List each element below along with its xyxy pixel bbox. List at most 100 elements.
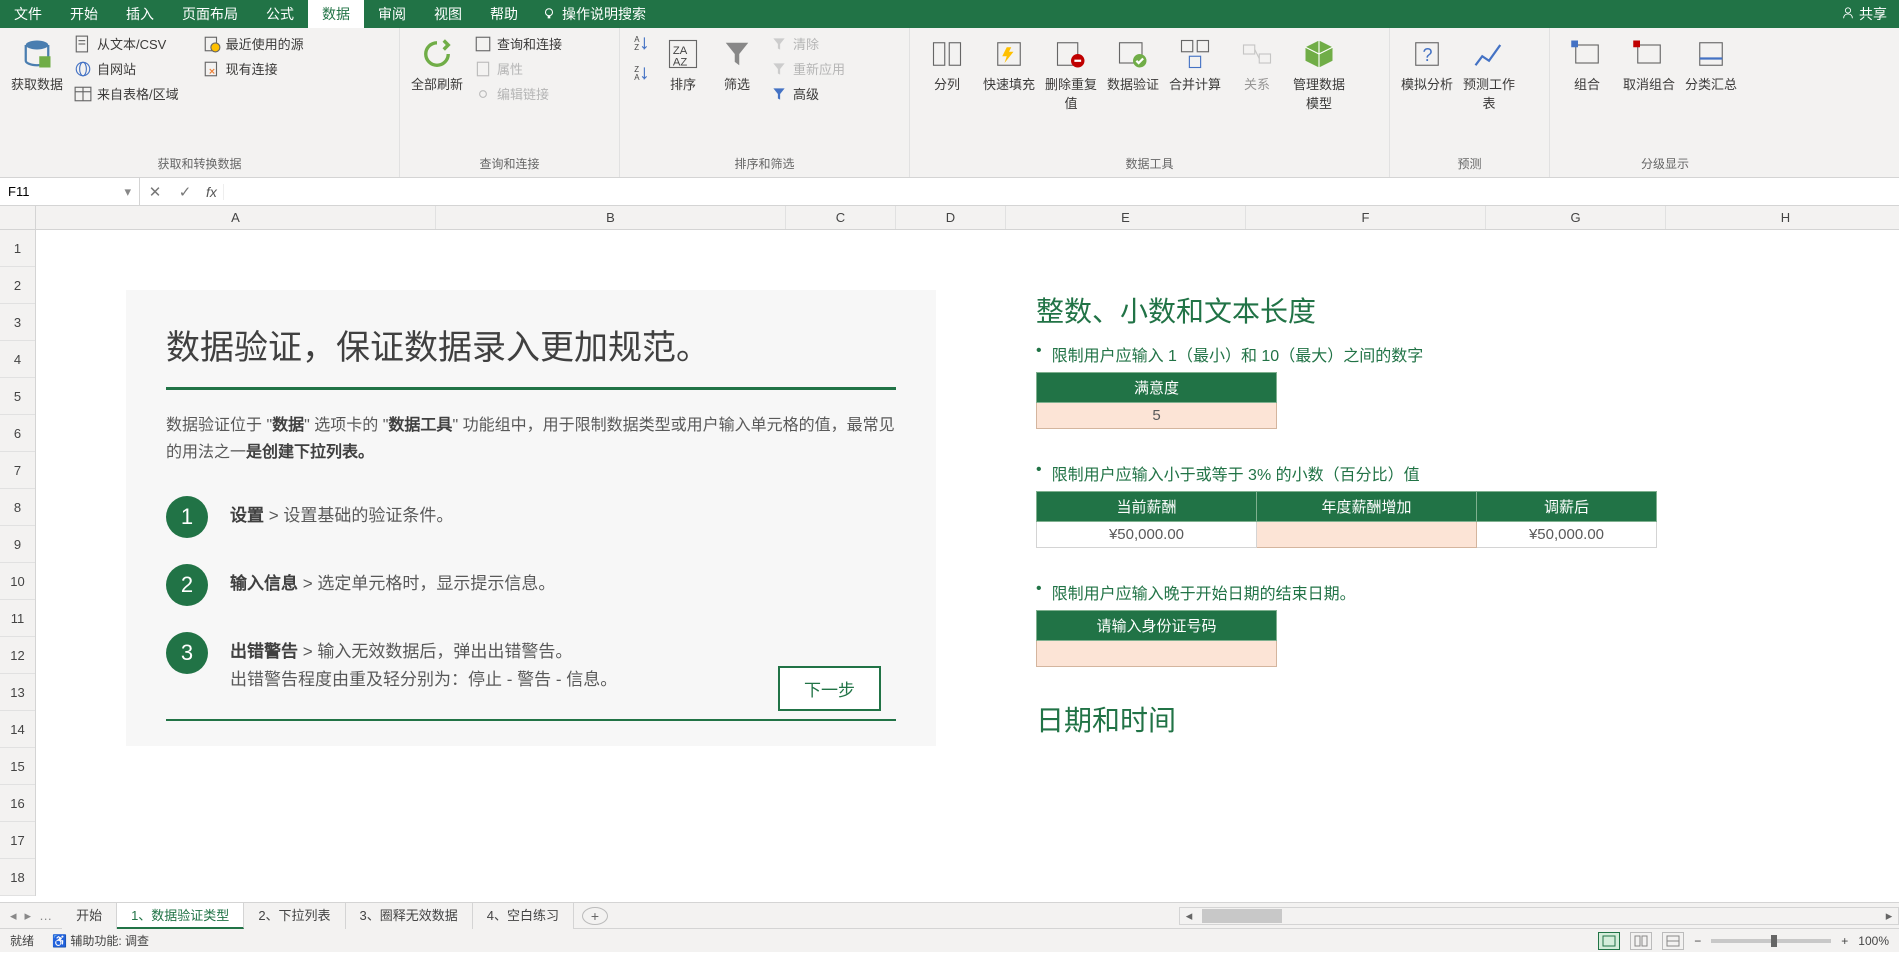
tab-nav-prev[interactable]: ▸ bbox=[25, 908, 32, 924]
row-header[interactable]: 6 bbox=[0, 415, 35, 452]
refresh-all-button[interactable]: 全部刷新 bbox=[408, 32, 466, 97]
column-header[interactable]: E bbox=[1006, 206, 1246, 229]
from-csv-button[interactable]: 从文本/CSV bbox=[70, 32, 183, 55]
consolidate-button[interactable]: 合并计算 bbox=[1166, 32, 1224, 97]
accessibility-status[interactable]: ♿ 辅助功能: 调查 bbox=[52, 932, 149, 949]
row-header[interactable]: 13 bbox=[0, 674, 35, 711]
row-header[interactable]: 9 bbox=[0, 526, 35, 563]
tab-nav-first[interactable]: ◂ bbox=[10, 908, 17, 924]
menu-home[interactable]: 开始 bbox=[56, 0, 112, 28]
name-box-dropdown-icon[interactable]: ▾ bbox=[124, 184, 131, 200]
select-all-corner[interactable] bbox=[0, 206, 36, 229]
horizontal-scrollbar[interactable]: ◂ ▸ bbox=[1179, 907, 1899, 925]
queries-conn-button[interactable]: 查询和连接 bbox=[470, 32, 566, 55]
name-box[interactable]: F11 ▾ bbox=[0, 178, 140, 205]
zoom-slider[interactable] bbox=[1711, 939, 1831, 943]
scroll-right-icon[interactable]: ▸ bbox=[1880, 908, 1898, 924]
menu-review[interactable]: 审阅 bbox=[364, 0, 420, 28]
existing-conn-button[interactable]: 现有连接 bbox=[199, 57, 308, 80]
data-validation-button[interactable]: 数据验证 bbox=[1104, 32, 1162, 97]
menu-insert[interactable]: 插入 bbox=[112, 0, 168, 28]
zoom-in-button[interactable]: + bbox=[1841, 934, 1848, 948]
zoom-out-button[interactable]: − bbox=[1694, 934, 1701, 948]
zoom-thumb[interactable] bbox=[1771, 935, 1777, 947]
group-rows-button[interactable]: 组合 bbox=[1558, 32, 1616, 97]
subtotal-icon bbox=[1693, 36, 1729, 72]
menu-formula[interactable]: 公式 bbox=[252, 0, 308, 28]
tell-me-search[interactable]: 操作说明搜索 bbox=[542, 4, 646, 24]
sheet-tab[interactable]: 2、下拉列表 bbox=[244, 903, 345, 929]
view-page-break-button[interactable] bbox=[1662, 932, 1684, 950]
row-header[interactable]: 15 bbox=[0, 748, 35, 785]
row-header[interactable]: 18 bbox=[0, 859, 35, 896]
formula-input[interactable] bbox=[224, 178, 1899, 205]
row-header[interactable]: 5 bbox=[0, 378, 35, 415]
from-range-button[interactable]: 来自表格/区域 bbox=[70, 82, 183, 105]
fx-icon[interactable]: fx bbox=[200, 184, 224, 200]
sort-az-button[interactable]: AZ bbox=[628, 32, 654, 54]
relationships-button[interactable]: 关系 bbox=[1228, 32, 1286, 97]
row-header[interactable]: 1 bbox=[0, 230, 35, 267]
sort-button[interactable]: ZAAZ 排序 bbox=[658, 32, 708, 97]
subtotal-button[interactable]: 分类汇总 bbox=[1682, 32, 1740, 97]
intro-card: 数据验证，保证数据录入更加规范。 数据验证位于 "数据" 选项卡的 "数据工具"… bbox=[126, 290, 936, 746]
sheet-tab[interactable]: 开始 bbox=[62, 903, 117, 929]
row-header[interactable]: 4 bbox=[0, 341, 35, 378]
row-header[interactable]: 16 bbox=[0, 785, 35, 822]
row-header[interactable]: 8 bbox=[0, 489, 35, 526]
column-header[interactable]: A bbox=[36, 206, 436, 229]
scroll-left-icon[interactable]: ◂ bbox=[1180, 908, 1198, 924]
get-data-button[interactable]: 获取数据 bbox=[8, 32, 66, 97]
sheet-tab[interactable]: 4、空白练习 bbox=[473, 903, 574, 929]
from-web-button[interactable]: 自网站 bbox=[70, 57, 183, 80]
row-header[interactable]: 10 bbox=[0, 563, 35, 600]
manage-model-button[interactable]: 管理数据模型 bbox=[1290, 32, 1348, 116]
t2-v3[interactable]: ¥50,000.00 bbox=[1477, 522, 1657, 548]
add-sheet-button[interactable]: + bbox=[582, 907, 608, 925]
next-button[interactable]: 下一步 bbox=[778, 666, 881, 711]
sort-za-button[interactable]: ZA bbox=[628, 62, 654, 84]
row-header[interactable]: 11 bbox=[0, 600, 35, 637]
content-pane[interactable]: 数据验证，保证数据录入更加规范。 数据验证位于 "数据" 选项卡的 "数据工具"… bbox=[36, 230, 1899, 902]
menu-layout[interactable]: 页面布局 bbox=[168, 0, 252, 28]
column-header[interactable]: F bbox=[1246, 206, 1486, 229]
whatif-button[interactable]: ?模拟分析 bbox=[1398, 32, 1456, 97]
row-header[interactable]: 17 bbox=[0, 822, 35, 859]
recent-sources-button[interactable]: 最近使用的源 bbox=[199, 32, 308, 55]
t3-empty-cell[interactable] bbox=[1037, 641, 1277, 667]
advanced-filter-button[interactable]: 高级 bbox=[766, 82, 849, 105]
column-header[interactable]: B bbox=[436, 206, 786, 229]
scroll-thumb[interactable] bbox=[1202, 909, 1282, 923]
column-header[interactable]: D bbox=[896, 206, 1006, 229]
row-header[interactable]: 3 bbox=[0, 304, 35, 341]
sheet-tab[interactable]: 1、数据验证类型 bbox=[117, 903, 244, 929]
column-header[interactable]: H bbox=[1666, 206, 1899, 229]
row-header[interactable]: 2 bbox=[0, 267, 35, 304]
row-header[interactable]: 12 bbox=[0, 637, 35, 674]
column-header[interactable]: G bbox=[1486, 206, 1666, 229]
t2-v1[interactable]: ¥50,000.00 bbox=[1037, 522, 1257, 548]
remove-duplicates-button[interactable]: 删除重复值 bbox=[1042, 32, 1100, 116]
row-header[interactable]: 7 bbox=[0, 452, 35, 489]
formula-accept-icon[interactable]: ✓ bbox=[170, 183, 200, 201]
menu-view[interactable]: 视图 bbox=[420, 0, 476, 28]
menu-file[interactable]: 文件 bbox=[0, 0, 56, 28]
tab-nav-dots[interactable]: … bbox=[39, 908, 52, 924]
flash-fill-button[interactable]: 快速填充 bbox=[980, 32, 1038, 97]
t2-v2[interactable] bbox=[1257, 522, 1477, 548]
t1-value-cell[interactable]: 5 bbox=[1037, 403, 1277, 429]
column-header[interactable]: C bbox=[786, 206, 896, 229]
view-normal-button[interactable] bbox=[1598, 932, 1620, 950]
forecast-sheet-button[interactable]: 预测工作表 bbox=[1460, 32, 1518, 116]
menu-data[interactable]: 数据 bbox=[308, 0, 364, 28]
menu-help[interactable]: 帮助 bbox=[476, 0, 532, 28]
text-to-columns-button[interactable]: 分列 bbox=[918, 32, 976, 97]
filter-button[interactable]: 筛选 bbox=[712, 32, 762, 97]
ungroup-button[interactable]: 取消组合 bbox=[1620, 32, 1678, 97]
zoom-value[interactable]: 100% bbox=[1858, 934, 1889, 948]
row-header[interactable]: 14 bbox=[0, 711, 35, 748]
share-button[interactable]: 共享 bbox=[1841, 4, 1887, 24]
sheet-tab[interactable]: 3、圈释无效数据 bbox=[346, 903, 473, 929]
view-page-layout-button[interactable] bbox=[1630, 932, 1652, 950]
formula-cancel-icon[interactable]: ✕ bbox=[140, 183, 170, 201]
